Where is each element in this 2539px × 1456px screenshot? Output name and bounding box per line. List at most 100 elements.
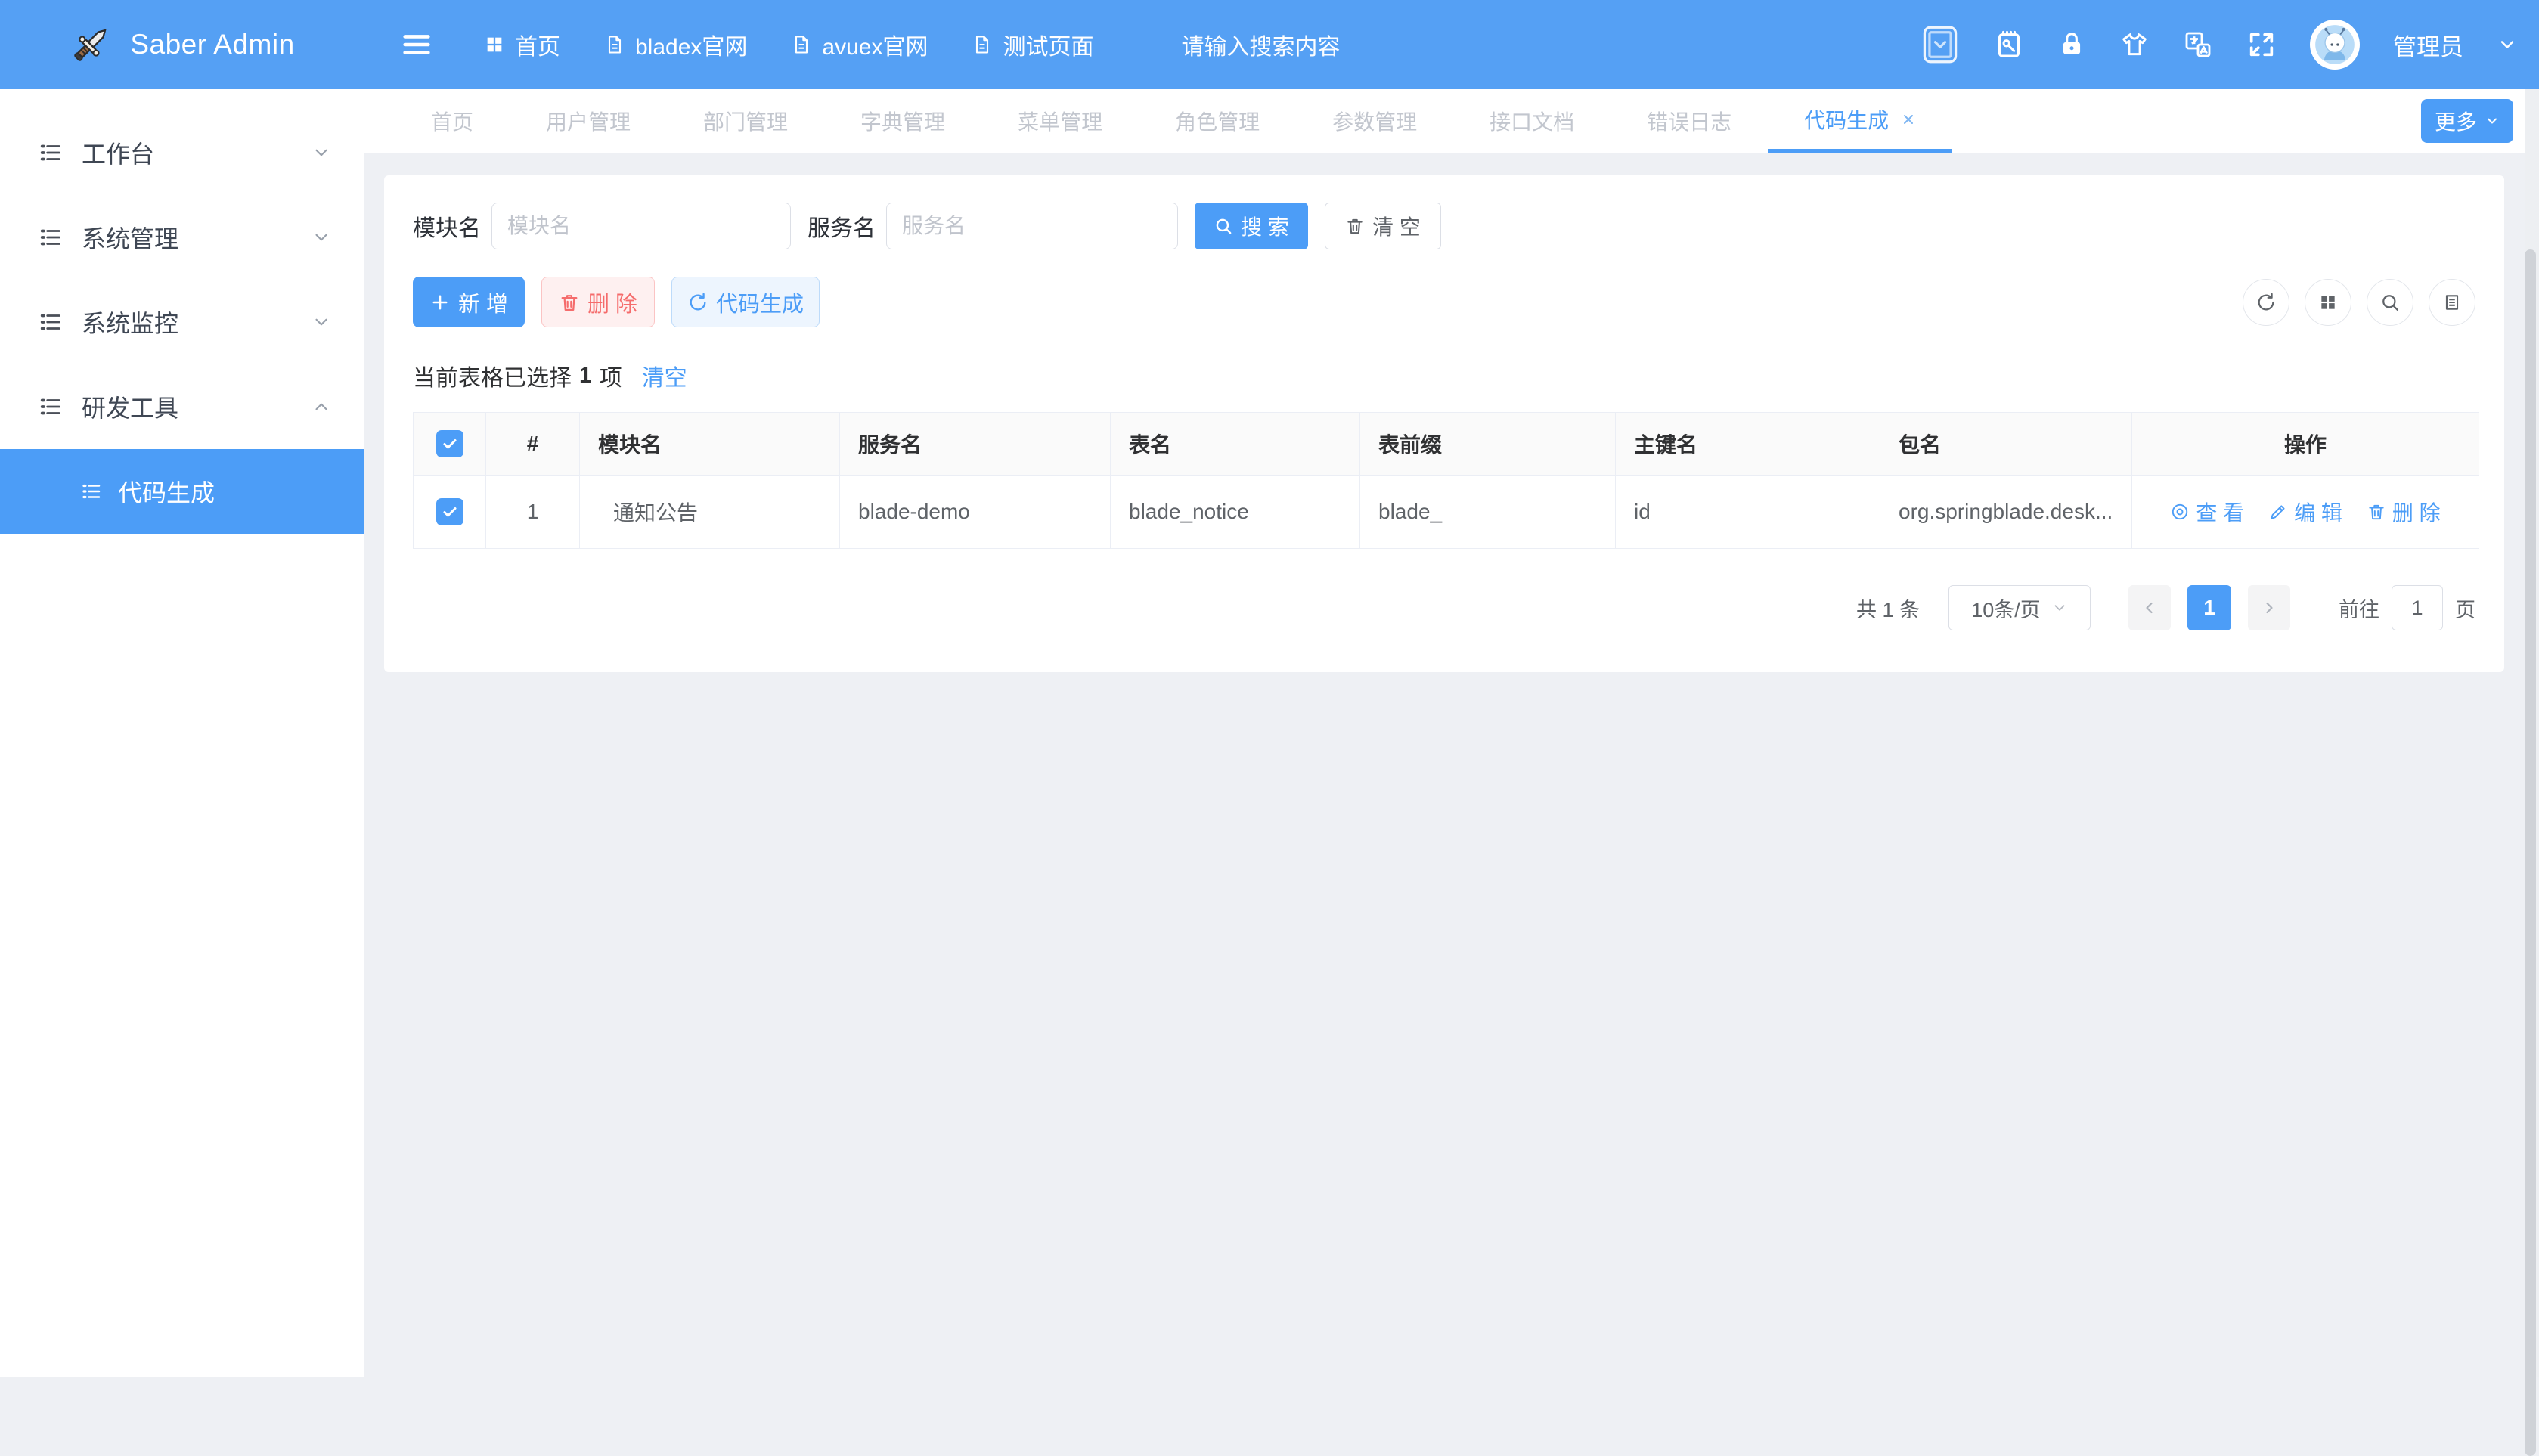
column-header-package[interactable]: 包名 xyxy=(1880,413,2132,476)
page-unit-label: 页 xyxy=(2455,593,2475,623)
search-button[interactable]: 搜 索 xyxy=(1195,203,1308,249)
clear-selection-link[interactable]: 清空 xyxy=(642,359,687,392)
tab-label: 角色管理 xyxy=(1175,106,1260,136)
fullscreen-icon xyxy=(2246,29,2277,60)
chevron-down-icon xyxy=(2485,113,2500,129)
tab-api-docs[interactable]: 接口文档 xyxy=(1453,89,1611,153)
trash-icon xyxy=(559,292,580,313)
column-header-service[interactable]: 服务名 xyxy=(840,413,1111,476)
header-search-input[interactable]: 请输入搜索内容 xyxy=(1181,28,1453,61)
trash-icon xyxy=(1345,216,1365,236)
more-tabs-label: 更多 xyxy=(2435,106,2477,136)
tab-label: 接口文档 xyxy=(1490,106,1574,136)
page-size-select[interactable]: 10条/页 xyxy=(1948,585,2091,630)
sidebar-item-system-management[interactable]: 系统管理 xyxy=(0,195,364,280)
table-density-button[interactable] xyxy=(2429,279,2475,326)
toggle-search-button[interactable] xyxy=(2367,279,2413,326)
selection-suffix: 项 xyxy=(600,359,622,392)
cell-table-name: blade_notice xyxy=(1111,476,1360,549)
page-number-button[interactable]: 1 xyxy=(2187,585,2231,630)
tab-codegen[interactable]: 代码生成 xyxy=(1768,89,1952,153)
app-title: Saber Admin xyxy=(130,29,294,60)
avatar-image xyxy=(2311,21,2358,68)
tshirt-icon xyxy=(2119,30,2150,59)
content-card: 模块名 服务名 搜 索 清 空 新 增 删 除 xyxy=(384,175,2504,672)
refresh-icon xyxy=(2255,292,2277,313)
scrollbar-thumb[interactable] xyxy=(2525,249,2536,1456)
lock-screen-button[interactable] xyxy=(2057,29,2086,60)
column-header-table[interactable]: 表名 xyxy=(1111,413,1360,476)
tab-role-management[interactable]: 角色管理 xyxy=(1139,89,1296,153)
grid-icon xyxy=(2318,293,2338,312)
top-menu-item-home[interactable]: 首页 xyxy=(484,28,560,61)
top-menu-item-test-page[interactable]: 测试页面 xyxy=(972,28,1093,61)
add-button[interactable]: 新 增 xyxy=(413,277,525,327)
fullscreen-button[interactable] xyxy=(2246,29,2277,60)
tab-param-management[interactable]: 参数管理 xyxy=(1296,89,1453,153)
list-icon xyxy=(38,225,64,250)
delete-button-label: 删 除 xyxy=(587,287,637,318)
goto-page-input[interactable] xyxy=(2392,585,2443,630)
module-name-label: 模块名 xyxy=(413,209,481,243)
plus-icon xyxy=(429,292,451,313)
top-menu-item-avuex[interactable]: avuex官网 xyxy=(791,28,928,61)
pencil-icon xyxy=(2268,502,2288,522)
tab-error-log[interactable]: 错误日志 xyxy=(1611,89,1768,153)
cell-package: org.springblade.desk... xyxy=(1880,476,2132,549)
theme-button[interactable] xyxy=(2119,30,2150,59)
chevron-down-icon[interactable] xyxy=(2497,34,2518,55)
codegen-button[interactable]: 代码生成 xyxy=(671,277,820,327)
column-settings-button[interactable] xyxy=(2305,279,2351,326)
sidebar-collapse-button[interactable] xyxy=(399,27,434,62)
tab-label: 首页 xyxy=(431,106,473,136)
refresh-table-button[interactable] xyxy=(2243,279,2289,326)
cell-index: 1 xyxy=(486,476,580,549)
edit-link[interactable]: 编 辑 xyxy=(2268,497,2342,527)
prev-page-button[interactable] xyxy=(2128,585,2171,630)
list-icon xyxy=(38,309,64,335)
more-tabs-button[interactable]: 更多 xyxy=(2421,99,2513,143)
tab-home[interactable]: 首页 xyxy=(395,89,510,153)
language-button[interactable] xyxy=(2183,29,2213,60)
table-header-row: # 模块名 服务名 表名 表前缀 主键名 包名 操作 xyxy=(414,413,2479,476)
delete-link[interactable]: 删 除 xyxy=(2367,497,2441,527)
module-name-input[interactable] xyxy=(491,203,791,249)
tab-dept-management[interactable]: 部门管理 xyxy=(667,89,824,153)
header-actions: 管理员 xyxy=(1920,20,2518,70)
row-checkbox[interactable] xyxy=(436,498,463,525)
view-link[interactable]: 查 看 xyxy=(2170,497,2244,527)
tab-menu-management[interactable]: 菜单管理 xyxy=(981,89,1139,153)
avatar[interactable] xyxy=(2310,20,2360,70)
tab-label: 部门管理 xyxy=(703,106,788,136)
scrollbar-track[interactable] xyxy=(2525,89,2539,1377)
column-header-prefix[interactable]: 表前缀 xyxy=(1360,413,1616,476)
tags-dropdown-button[interactable] xyxy=(1920,25,1961,64)
tab-label: 菜单管理 xyxy=(1018,106,1102,136)
column-header-module[interactable]: 模块名 xyxy=(580,413,840,476)
debug-log-button[interactable] xyxy=(1994,29,2024,60)
column-header-index[interactable]: # xyxy=(486,413,580,476)
tab-dict-management[interactable]: 字典管理 xyxy=(824,89,981,153)
table-row[interactable]: 1 通知公告 blade-demo blade_notice blade_ id… xyxy=(414,476,2479,549)
sidebar-item-workbench[interactable]: 工作台 xyxy=(0,110,364,195)
edit-link-label: 编 辑 xyxy=(2294,497,2342,527)
sidebar-item-label: 代码生成 xyxy=(118,474,215,509)
column-header-pk[interactable]: 主键名 xyxy=(1616,413,1880,476)
clear-button-label: 清 空 xyxy=(1372,211,1421,241)
clear-filters-button[interactable]: 清 空 xyxy=(1325,203,1441,249)
page-size-value: 10条/页 xyxy=(1971,593,2041,623)
tab-user-management[interactable]: 用户管理 xyxy=(510,89,667,153)
delete-button[interactable]: 删 除 xyxy=(541,277,655,327)
sidebar-item-system-monitor[interactable]: 系统监控 xyxy=(0,280,364,364)
brand[interactable]: Saber Admin xyxy=(0,0,364,89)
select-all-checkbox[interactable] xyxy=(436,430,463,457)
next-page-button[interactable] xyxy=(2248,585,2290,630)
sidebar-item-codegen[interactable]: 代码生成 xyxy=(0,449,364,534)
top-menu-item-bladex[interactable]: bladex官网 xyxy=(604,28,747,61)
sidebar-item-dev-tools[interactable]: 研发工具 xyxy=(0,364,364,449)
user-name[interactable]: 管理员 xyxy=(2393,28,2463,62)
close-icon[interactable] xyxy=(1901,112,1916,127)
top-menu-label: 首页 xyxy=(515,28,560,61)
service-name-input[interactable] xyxy=(886,203,1178,249)
table-toolbar: 新 增 删 除 代码生成 xyxy=(413,277,2475,327)
